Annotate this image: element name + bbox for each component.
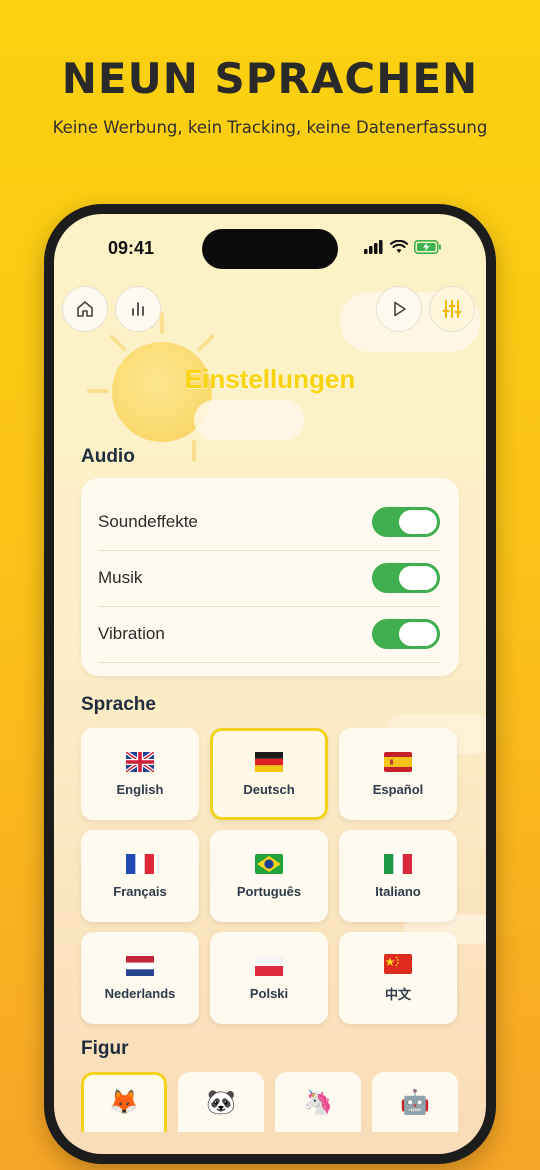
sun-ray-decoration bbox=[160, 312, 164, 334]
poland-flag-icon bbox=[255, 955, 283, 976]
figure-option-unicorn[interactable]: 🦄 bbox=[275, 1072, 361, 1132]
cloud-decoration bbox=[194, 400, 304, 440]
language-option-nederlands[interactable]: Nederlands bbox=[81, 932, 199, 1024]
page-title: Einstellungen bbox=[184, 364, 356, 394]
netherlands-flag-icon bbox=[126, 955, 154, 976]
promo-subtitle: Keine Werbung, kein Tracking, keine Date… bbox=[52, 118, 488, 137]
language-name: Français bbox=[113, 883, 167, 899]
language-option-portugues[interactable]: Português bbox=[210, 830, 328, 922]
wifi-icon bbox=[390, 240, 408, 253]
sliders-icon bbox=[442, 300, 462, 318]
vibration-row: Vibration bbox=[98, 606, 440, 663]
music-toggle[interactable] bbox=[372, 563, 440, 593]
language-option-espanol[interactable]: Español bbox=[339, 728, 457, 820]
language-option-deutsch[interactable]: Deutsch bbox=[210, 728, 328, 820]
language-name: Polski bbox=[249, 985, 289, 1001]
france-flag-icon bbox=[126, 853, 154, 874]
sound-effects-toggle[interactable] bbox=[372, 507, 440, 537]
language-name: 中文 bbox=[384, 986, 411, 1002]
language-option-italiano[interactable]: Italiano bbox=[339, 830, 457, 922]
status-time: 09:41 bbox=[108, 238, 155, 258]
settings-button[interactable] bbox=[429, 286, 475, 332]
robot-icon: 🤖 bbox=[400, 1089, 430, 1116]
battery-charging-icon bbox=[414, 240, 441, 254]
phone-frame: 09:41 Einstellungen Audio Soundeffekte M… bbox=[44, 204, 496, 1164]
sun-ray-decoration bbox=[108, 333, 128, 353]
language-name: Italiano bbox=[375, 883, 421, 899]
sun-ray-decoration bbox=[196, 333, 216, 353]
china-flag-icon bbox=[384, 953, 412, 974]
app-screen: 09:41 Einstellungen Audio Soundeffekte M… bbox=[54, 214, 486, 1154]
vibration-label: Vibration bbox=[98, 624, 165, 643]
language-name: Español bbox=[372, 781, 424, 797]
dynamic-island bbox=[202, 229, 338, 269]
unicorn-icon: 🦄 bbox=[303, 1089, 333, 1116]
language-option-polski[interactable]: Polski bbox=[210, 932, 328, 1024]
italy-flag-icon bbox=[384, 853, 412, 874]
audio-section-label: Audio bbox=[81, 446, 135, 467]
vibration-toggle[interactable] bbox=[372, 619, 440, 649]
sound-effects-row: Soundeffekte bbox=[98, 494, 440, 551]
language-option-francais[interactable]: Français bbox=[81, 830, 199, 922]
language-section-label: Sprache bbox=[81, 694, 156, 715]
brazil-flag-icon bbox=[255, 853, 283, 874]
language-name: Português bbox=[236, 883, 302, 899]
home-button[interactable] bbox=[62, 286, 108, 332]
germany-flag-icon bbox=[255, 751, 283, 772]
signal-icon bbox=[364, 240, 383, 254]
audio-card: Soundeffekte Musik Vibration bbox=[81, 478, 459, 676]
play-icon bbox=[394, 301, 406, 317]
figure-option-panda[interactable]: 🐼 bbox=[178, 1072, 264, 1132]
language-name: Nederlands bbox=[104, 985, 176, 1001]
stats-icon bbox=[132, 302, 144, 316]
promo-title: NEUN SPRACHEN bbox=[61, 54, 479, 103]
home-icon bbox=[77, 301, 93, 317]
language-option-english[interactable]: English bbox=[81, 728, 199, 820]
language-name: English bbox=[116, 781, 164, 797]
figure-option-robot[interactable]: 🤖 bbox=[372, 1072, 458, 1132]
stats-button[interactable] bbox=[115, 286, 161, 332]
play-button[interactable] bbox=[376, 286, 422, 332]
uk-flag-icon bbox=[126, 751, 154, 772]
music-row: Musik bbox=[98, 550, 440, 607]
figure-option-fox[interactable]: 🦊 bbox=[81, 1072, 167, 1132]
sound-effects-label: Soundeffekte bbox=[98, 512, 198, 531]
fox-icon: 🦊 bbox=[109, 1089, 139, 1116]
language-name: Deutsch bbox=[243, 781, 295, 797]
music-label: Musik bbox=[98, 568, 143, 587]
spain-flag-icon bbox=[384, 751, 412, 772]
panda-icon: 🐼 bbox=[206, 1089, 236, 1116]
figure-section-label: Figur bbox=[81, 1038, 129, 1059]
sun-ray-decoration bbox=[192, 440, 196, 462]
status-icons bbox=[364, 240, 442, 254]
language-option-chinese[interactable]: 中文 bbox=[339, 932, 457, 1024]
